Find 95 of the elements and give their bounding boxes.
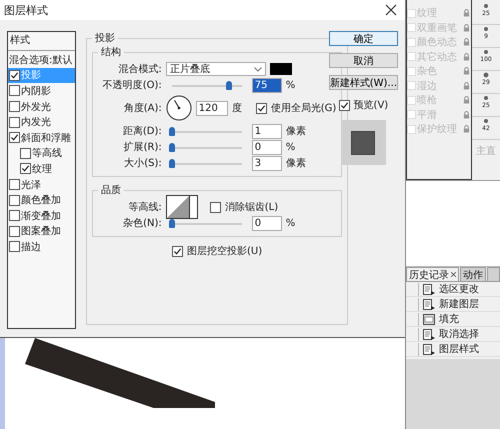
style-item[interactable]: 内阴影: [8, 83, 75, 99]
brush-tip-icon: [482, 117, 490, 125]
blend-mode-label: 混合模式:: [117, 62, 162, 76]
style-item[interactable]: 斜面和浮雕: [8, 130, 75, 146]
value-field[interactable]: 120: [196, 100, 228, 116]
dialog-button[interactable]: 取消: [328, 53, 398, 68]
style-item[interactable]: 描边: [8, 239, 75, 255]
style-checkbox[interactable]: [9, 70, 20, 81]
anti-alias-checkbox[interactable]: [210, 202, 221, 212]
angle-dial[interactable]: [166, 95, 192, 121]
dialog-button[interactable]: 确定: [328, 31, 398, 46]
style-checkbox[interactable]: [9, 210, 20, 222]
style-item[interactable]: 混合选项:默认: [8, 52, 75, 68]
contour-label: 等高线:: [127, 200, 162, 214]
angle-label: 角度(A):: [122, 102, 162, 115]
value-field[interactable]: 3: [252, 156, 282, 170]
slider-thumb[interactable]: [168, 127, 175, 136]
history-state[interactable]: 图层样式: [406, 342, 500, 357]
slider-label: 不透明度(O):: [102, 78, 162, 92]
slider-thumb[interactable]: [168, 143, 175, 152]
document-icon: [423, 284, 435, 294]
brush-tip-icon: [482, 94, 490, 102]
brush-tip-icon: [482, 71, 490, 79]
unit-label: %: [286, 80, 296, 90]
history-state[interactable]: 新建图层: [406, 297, 500, 312]
group-title: 结构: [100, 46, 122, 59]
list-header: 样式: [8, 32, 75, 51]
style-item[interactable]: 颜色叠加: [8, 192, 75, 208]
slider-label: 杂色(N):: [122, 216, 162, 230]
checkbox-label: 图层挖空投影(U): [186, 244, 262, 258]
group-title: 品质: [100, 184, 122, 197]
style-checkbox[interactable]: [9, 116, 20, 128]
checkbox-label: 使用全局光(G): [270, 102, 336, 115]
checkbox-label: 消除锯齿(L): [224, 200, 278, 214]
brush-tip-icon: [482, 25, 490, 33]
style-checkbox[interactable]: [9, 101, 20, 112]
slider-track[interactable]: [168, 126, 245, 136]
slider-track[interactable]: [168, 218, 245, 228]
style-checkbox[interactable]: [9, 179, 20, 190]
slider-track[interactable]: [168, 158, 245, 168]
global-light-checkbox[interactable]: [256, 102, 267, 114]
style-item[interactable]: 纹理: [8, 161, 75, 177]
style-checkbox[interactable]: [9, 85, 20, 96]
brush-tip-icon: [482, 2, 490, 10]
history-state[interactable]: 取消选择: [406, 327, 500, 342]
style-checkbox[interactable]: [20, 163, 31, 174]
value-field[interactable]: 1: [252, 124, 282, 138]
style-item[interactable]: 等高线: [8, 146, 75, 162]
slider-label: 扩展(R):: [122, 140, 162, 154]
unit-label: 度: [232, 102, 243, 115]
style-item[interactable]: 光泽: [8, 176, 75, 192]
preview-checkbox[interactable]: [338, 100, 350, 110]
close-icon[interactable]: [451, 272, 456, 277]
slider-thumb[interactable]: [168, 219, 175, 228]
history-state[interactable]: 选区更改: [406, 282, 500, 297]
group-title: 投影: [94, 32, 116, 45]
value-field[interactable]: 75: [252, 78, 282, 92]
unit-label: %: [286, 218, 296, 228]
style-item[interactable]: 渐变叠加: [8, 208, 75, 224]
panel-tab[interactable]: 动作: [460, 267, 486, 281]
brush-size-label: 主直: [476, 144, 496, 158]
slider-label: 距离(D):: [122, 124, 162, 138]
unit-label: %: [286, 142, 296, 152]
window-title: 图层样式: [4, 2, 48, 18]
shadow-color-swatch[interactable]: [270, 63, 292, 75]
slider-label: 大小(S):: [123, 156, 162, 170]
style-checkbox[interactable]: [9, 241, 20, 252]
knockout-checkbox[interactable]: [172, 246, 183, 256]
close-icon[interactable]: [385, 4, 397, 16]
style-item[interactable]: 内发光: [8, 114, 75, 130]
style-item[interactable]: 图案叠加: [8, 224, 75, 240]
slider-track[interactable]: [168, 142, 245, 152]
blend-mode-dropdown[interactable]: 正片叠底: [166, 62, 266, 76]
history-state[interactable]: 填充: [406, 312, 500, 327]
panel-tab[interactable]: 历史记录: [406, 267, 459, 281]
fill-icon: [423, 314, 435, 324]
slider-thumb[interactable]: [168, 159, 175, 168]
value-field[interactable]: 0: [252, 140, 282, 154]
document-icon: [423, 298, 435, 310]
style-checkbox[interactable]: [9, 194, 20, 206]
checkbox-label: 预览(V): [354, 99, 388, 112]
document-icon: [423, 328, 435, 340]
style-checkbox[interactable]: [9, 226, 20, 237]
slider-thumb[interactable]: [226, 81, 232, 90]
style-checkbox[interactable]: [20, 148, 31, 159]
style-item[interactable]: 外发光: [8, 98, 75, 114]
caret-icon: [254, 66, 262, 72]
brush-tip-icon: [482, 48, 490, 56]
contour-picker[interactable]: [166, 195, 198, 219]
document-icon: [423, 344, 435, 354]
unit-label: 像素: [286, 124, 306, 138]
value-field[interactable]: 0: [252, 216, 282, 230]
unit-label: 像素: [286, 156, 306, 170]
dialog-button[interactable]: 新建样式(W)...: [328, 75, 398, 90]
style-checkbox[interactable]: [9, 132, 20, 144]
